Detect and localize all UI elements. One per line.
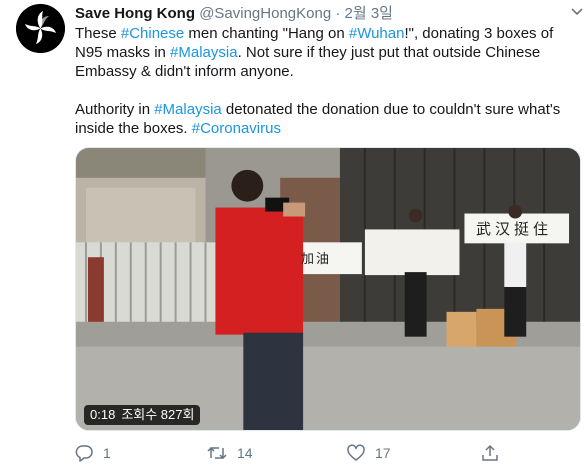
view-count: 조회수 827회 [121,407,195,422]
like-button[interactable]: 17 [347,442,391,464]
tweet-paragraph-2: Authority in #Malaysia detonated the don… [75,100,581,138]
tweet-actions: 1 14 17 [75,442,581,464]
retweet-count: 14 [237,445,253,461]
tweet-text: These #Chinese men chanting "Hang on #Wu… [75,24,581,138]
video-info-badge: 0:18 조회수 827회 [84,405,201,425]
sign-left-text: 加油 [301,252,332,267]
user-handle[interactable]: @SavingHongKong [199,5,331,22]
reply-count: 1 [103,445,111,461]
bauhinia-logo-icon [16,4,65,53]
video-player[interactable]: 加油 武汉挺住 [75,147,581,431]
tweet-paragraph-1: These #Chinese men chanting "Hang on #Wu… [75,24,581,81]
video-duration: 0:18 [90,407,116,422]
share-icon [482,444,498,461]
reply-icon [75,445,93,462]
hashtag-link[interactable]: #Coronavirus [192,120,281,137]
hashtag-link[interactable]: #Chinese [121,25,184,42]
display-name[interactable]: Save Hong Kong [75,5,195,22]
tweet-date[interactable]: 2월 3일 [345,5,393,22]
retweet-icon [207,446,227,460]
hashtag-link[interactable]: #Malaysia [154,101,222,118]
tweet-text-segment: men chanting "Hang on [184,25,349,42]
heart-icon [347,444,365,461]
retweet-button[interactable]: 14 [207,442,253,464]
tweet-header: Save Hong Kong @SavingHongKong · 2월 3일 [75,4,578,24]
tweet-text-segment: These [75,25,121,42]
chevron-down-icon[interactable] [570,4,584,18]
tweet-text-segment: Authority in [75,101,155,118]
avatar[interactable] [16,4,65,53]
separator-dot: · [335,5,341,22]
hashtag-link[interactable]: #Wuhan [349,25,405,42]
hashtag-link[interactable]: #Malaysia [170,44,238,61]
share-button[interactable] [481,442,499,464]
sign-right-text: 武汉挺住 [476,220,553,238]
like-count: 17 [375,445,391,461]
video-frame [76,148,580,430]
reply-button[interactable]: 1 [75,442,111,464]
